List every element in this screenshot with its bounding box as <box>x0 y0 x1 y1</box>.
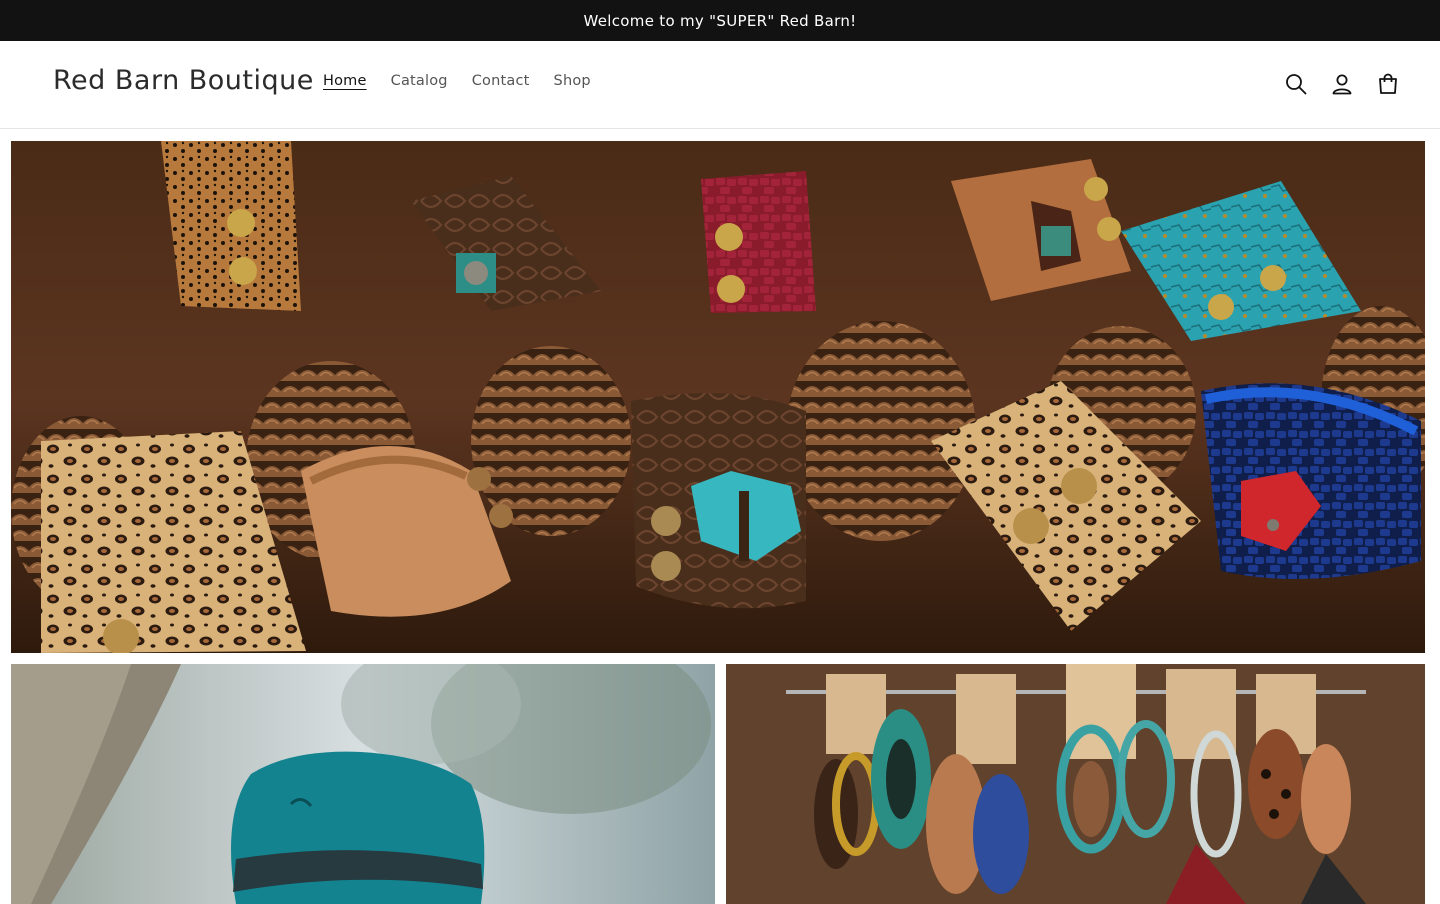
announcement-text: Welcome to my "SUPER" Red Barn! <box>583 11 857 30</box>
hat-collection-image[interactable] <box>11 664 715 904</box>
earrings-collection-image[interactable] <box>726 664 1425 904</box>
nav-home[interactable]: Home <box>311 73 379 89</box>
nav-contact[interactable]: Contact <box>460 73 542 89</box>
site-header: Red Barn Boutique Home Catalog Contact S… <box>0 41 1440 129</box>
announcement-bar: Welcome to my "SUPER" Red Barn! <box>0 0 1440 41</box>
nav-catalog[interactable]: Catalog <box>379 73 460 89</box>
main-nav: Home Catalog Contact Shop <box>311 73 603 89</box>
search-icon[interactable] <box>1282 69 1310 99</box>
nav-shop[interactable]: Shop <box>542 73 603 89</box>
account-icon[interactable] <box>1328 69 1356 99</box>
site-logo[interactable]: Red Barn Boutique <box>53 65 314 96</box>
header-actions <box>1282 69 1402 99</box>
hero-image[interactable] <box>11 141 1425 653</box>
cart-icon[interactable] <box>1374 69 1402 99</box>
